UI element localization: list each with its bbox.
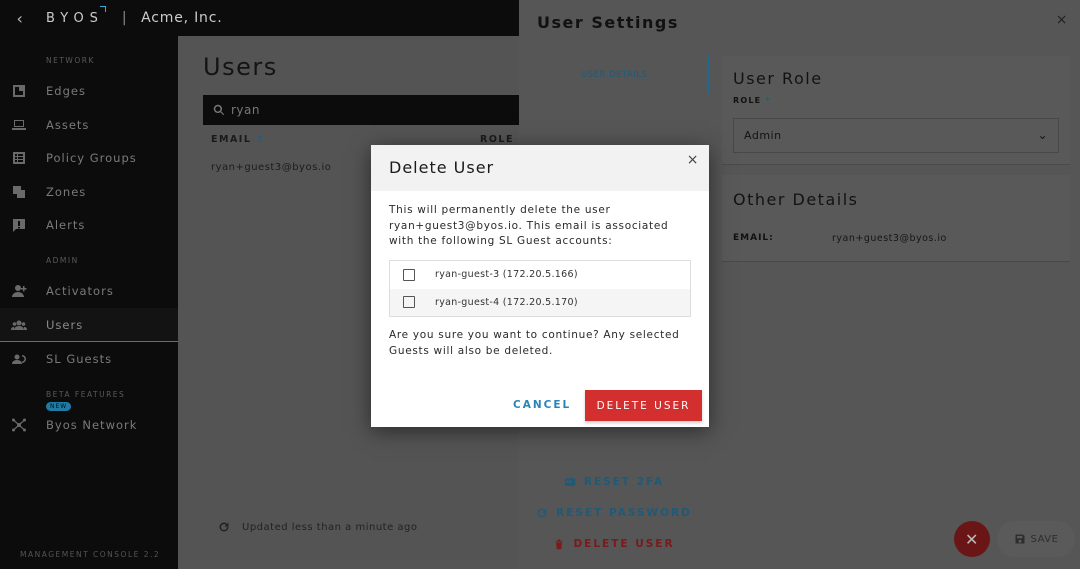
sidebar-item-label: Zones: [46, 185, 87, 199]
dialog-close-icon[interactable]: ×: [687, 152, 699, 168]
user-role-title: User Role: [733, 69, 823, 88]
top-bar: ‹ BYOS | Acme, Inc.: [0, 0, 520, 36]
page-title: Users: [203, 53, 278, 81]
tab-user-details[interactable]: USER DETAILS: [581, 70, 648, 80]
console-version: MANAGEMENT CONSOLE 2.2: [20, 550, 161, 559]
reset-2fa-button[interactable]: RESET 2FA: [519, 476, 709, 488]
sidebar-item-label: Users: [46, 317, 84, 332]
panel-title: User Settings: [537, 13, 679, 32]
section-admin: ADMIN: [46, 256, 79, 265]
guests-icon: [12, 354, 26, 364]
close-fab-button[interactable]: ✕: [954, 521, 990, 557]
column-header-email[interactable]: EMAIL ↑: [211, 134, 266, 145]
guest-row[interactable]: ryan-guest-3 (172.20.5.166): [390, 261, 690, 289]
alert-icon: [13, 219, 25, 232]
sidebar-item-byos-network[interactable]: NEW Byos Network: [0, 402, 178, 442]
guest-label: ryan-guest-4 (172.20.5.170): [435, 296, 578, 308]
panel-close-icon[interactable]: ×: [1056, 12, 1068, 28]
cancel-button[interactable]: CANCEL: [513, 399, 571, 411]
delete-user-dialog: Delete User × This will permanently dele…: [371, 145, 709, 427]
add-person-icon: [12, 285, 27, 297]
reset-password-icon: [537, 508, 547, 518]
sidebar-item-label: Activators: [46, 284, 114, 298]
other-details-card: Other Details EMAIL: ryan+guest3@byos.io: [722, 175, 1070, 262]
people-icon: [11, 320, 27, 330]
column-header-role[interactable]: ROLE: [480, 134, 514, 145]
sidebar-item-label: Edges: [46, 84, 86, 98]
network-icon: [12, 418, 26, 432]
panel-tabs: USER DETAILS: [519, 56, 709, 94]
header-separator: |: [121, 10, 128, 26]
new-badge: NEW: [46, 402, 72, 411]
role-label: ROLE *: [733, 96, 771, 105]
search-value: ryan: [231, 103, 260, 117]
sidebar-item-activators[interactable]: Activators: [0, 274, 178, 308]
edge-icon: [13, 85, 25, 97]
guest-checkbox[interactable]: [403, 268, 415, 281]
role-select[interactable]: Admin ⌄: [733, 118, 1059, 153]
refresh-icon[interactable]: [218, 521, 230, 533]
sidebar-item-label: Alerts: [46, 218, 86, 232]
guest-row[interactable]: ryan-guest-4 (172.20.5.170): [390, 288, 690, 316]
back-chevron-icon[interactable]: ‹: [0, 9, 40, 28]
section-beta-features: BETA FEATURES: [46, 390, 126, 399]
guest-checkbox[interactable]: [403, 296, 415, 309]
other-details-title: Other Details: [733, 190, 859, 209]
sidebar-item-zones[interactable]: Zones: [0, 175, 178, 209]
dialog-header: Delete User ×: [371, 145, 709, 191]
sidebar-item-users[interactable]: Users: [0, 308, 178, 342]
email-label: EMAIL:: [733, 233, 774, 243]
reset-password-button[interactable]: RESET PASSWORD: [519, 507, 709, 519]
trash-icon: [555, 539, 564, 550]
save-button[interactable]: SAVE: [997, 521, 1075, 557]
dialog-message: This will permanently delete the user ry…: [389, 204, 669, 247]
sidebar-item-edges[interactable]: Edges: [0, 74, 178, 108]
email-value: ryan+guest3@byos.io: [832, 233, 947, 244]
reset-2fa-icon: [564, 478, 576, 486]
last-updated: Updated less than a minute ago: [218, 521, 418, 533]
user-role-card: User Role ROLE * Admin ⌄: [722, 56, 1070, 165]
sidebar-item-policy-groups[interactable]: Policy Groups: [0, 141, 178, 175]
sidebar-item-sl-guests[interactable]: SL Guests: [0, 342, 178, 376]
role-value: Admin: [744, 129, 782, 142]
delete-user-button[interactable]: DELETE USER: [585, 390, 702, 421]
sidebar: NETWORK Edges Assets Policy Groups Zones…: [0, 36, 178, 569]
policy-icon: [13, 152, 25, 164]
dialog-confirm-text: Are you sure you want to continue? Any s…: [389, 329, 680, 357]
search-icon: [213, 104, 225, 116]
zones-icon: [13, 186, 25, 198]
sidebar-item-label: Byos Network: [46, 418, 138, 432]
search-input[interactable]: ryan: [203, 95, 519, 125]
sidebar-item-label: SL Guests: [46, 352, 113, 366]
dialog-title: Delete User: [389, 158, 495, 177]
section-network: NETWORK: [46, 56, 95, 65]
sidebar-item-label: Policy Groups: [46, 151, 137, 165]
sort-ascending-icon[interactable]: ↑: [256, 134, 265, 145]
sidebar-item-label: Assets: [46, 118, 90, 132]
sidebar-item-alerts[interactable]: Alerts: [0, 208, 178, 242]
table-row[interactable]: ryan+guest3@byos.io: [211, 162, 331, 173]
guest-label: ryan-guest-3 (172.20.5.166): [435, 269, 578, 281]
org-name[interactable]: Acme, Inc.: [141, 10, 222, 26]
guest-list: ryan-guest-3 (172.20.5.166) ryan-guest-4…: [389, 260, 691, 317]
close-icon: ✕: [965, 529, 979, 549]
byos-logo: BYOS: [46, 5, 106, 26]
laptop-icon: [12, 120, 26, 130]
save-icon: [1015, 534, 1025, 544]
sidebar-item-assets[interactable]: Assets: [0, 108, 178, 142]
chevron-down-icon: ⌄: [1037, 128, 1048, 142]
panel-delete-user-button[interactable]: DELETE USER: [519, 538, 709, 550]
